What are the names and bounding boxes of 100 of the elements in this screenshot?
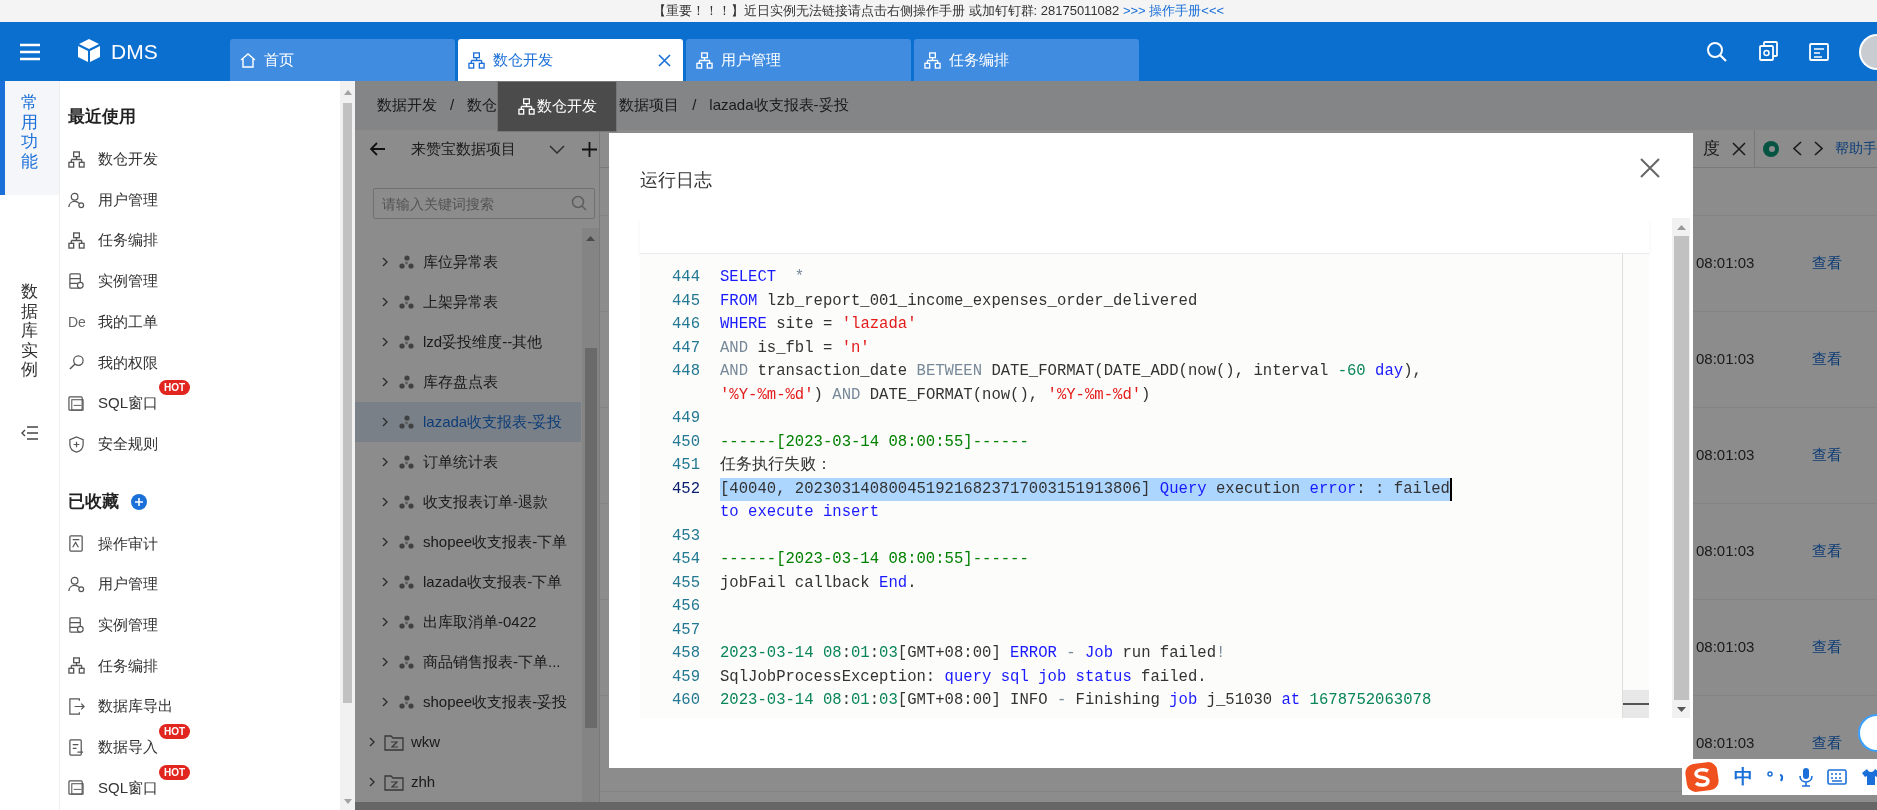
- tree-item[interactable]: shopee收支报表-妥投: [355, 682, 582, 722]
- sidebar-item[interactable]: 数仓开发: [68, 139, 340, 180]
- tree-item[interactable]: 上架异常表: [355, 282, 582, 322]
- tree-item[interactable]: 库位异常表: [355, 242, 582, 282]
- resize-handle[interactable]: [1623, 690, 1649, 718]
- collapse-icon[interactable]: [20, 426, 39, 440]
- sidebar-item[interactable]: SQL窗口 HOT: [68, 767, 340, 809]
- sidebar-item[interactable]: 用户管理: [68, 564, 340, 605]
- ime-mode[interactable]: 中: [1734, 762, 1753, 792]
- breadcrumb-link[interactable]: 数据项目: [619, 94, 680, 117]
- scrollbar-thumb[interactable]: [343, 103, 352, 703]
- chevron-right-icon[interactable]: [380, 617, 390, 627]
- search-icon[interactable]: [1706, 40, 1728, 63]
- tree-item[interactable]: lazada收支报表-妥投: [355, 402, 581, 442]
- scrollbar-thumb[interactable]: [1673, 236, 1689, 700]
- chevron-right-icon[interactable]: [367, 777, 377, 787]
- tree-item[interactable]: 商品销售报表-下单...: [355, 642, 582, 682]
- sidebar-item[interactable]: 安全规则: [68, 423, 340, 465]
- chevron-right-icon[interactable]: [380, 577, 390, 587]
- chevron-right-icon[interactable]: [1814, 141, 1823, 156]
- breadcrumb-link[interactable]: 数据开发: [377, 94, 437, 117]
- tree-item[interactable]: lzd妥投维度--其他: [355, 322, 582, 362]
- tree-item[interactable]: wkw: [355, 722, 582, 762]
- chevron-down-icon[interactable]: [549, 144, 565, 154]
- scrollbar-thumb[interactable]: [584, 348, 597, 728]
- sidebar-item[interactable]: 操作审计: [68, 523, 340, 565]
- sidebar-item[interactable]: 实例管理: [68, 604, 340, 646]
- view-link[interactable]: 查看: [1812, 540, 1842, 563]
- shield-icon: [68, 435, 85, 453]
- chevron-right-icon[interactable]: [380, 417, 390, 427]
- view-link[interactable]: 查看: [1812, 636, 1842, 659]
- sidebar-item[interactable]: De 我的工单: [68, 301, 340, 343]
- chevron-right-icon[interactable]: [380, 497, 390, 507]
- tree-item[interactable]: 收支报表订单-退款: [355, 482, 582, 522]
- circle-icon[interactable]: [1763, 140, 1779, 157]
- documents-icon[interactable]: [1758, 41, 1779, 62]
- code-line: ------[2023-03-14 08:00:55]------: [720, 549, 1029, 570]
- rail-tab[interactable]: 常用功能: [0, 81, 59, 195]
- microphone-icon[interactable]: [1799, 767, 1813, 787]
- manual-link[interactable]: >>> 操作手册<<<: [1122, 3, 1225, 19]
- list-icon[interactable]: [1809, 41, 1829, 62]
- horizontal-scrollbar[interactable]: [355, 802, 1877, 810]
- tree-item[interactable]: shopee收支报表-下单: [355, 522, 582, 562]
- close-icon[interactable]: [658, 53, 671, 67]
- folder-icon: [384, 773, 404, 791]
- header-tab[interactable]: 数仓开发: [458, 39, 683, 81]
- sidebar-item[interactable]: 任务编排: [68, 645, 340, 687]
- page-tab[interactable]: 度: [1703, 130, 1755, 167]
- keyboard-icon[interactable]: [1827, 769, 1847, 785]
- ime-logo-icon[interactable]: [1684, 761, 1720, 793]
- icon-glyph: De: [68, 315, 85, 330]
- chevron-right-icon[interactable]: [380, 257, 390, 267]
- shirt-icon[interactable]: [1861, 768, 1877, 786]
- view-link[interactable]: 查看: [1812, 444, 1842, 467]
- chevron-left-icon[interactable]: [1793, 141, 1802, 156]
- tree-item[interactable]: 订单统计表: [355, 442, 582, 482]
- plus-icon[interactable]: [582, 141, 597, 157]
- avatar[interactable]: [1859, 33, 1877, 70]
- breadcrumb-link[interactable]: lazada收支报表-妥投: [709, 94, 849, 117]
- chevron-right-icon[interactable]: [380, 337, 390, 347]
- scroll-down-icon: [343, 799, 352, 804]
- chevron-right-icon[interactable]: [380, 657, 390, 667]
- chevron-right-icon[interactable]: [380, 297, 390, 307]
- punctuation-icon[interactable]: [1767, 770, 1785, 784]
- tree-item[interactable]: 出库取消单-0422: [355, 602, 582, 642]
- magnifier-icon: [68, 354, 85, 372]
- close-icon[interactable]: [1732, 141, 1746, 156]
- back-arrow-icon[interactable]: [370, 142, 386, 156]
- sidebar-item[interactable]: 实例管理: [68, 261, 340, 302]
- scroll-up-icon: [586, 235, 595, 241]
- sidebar-item[interactable]: 数据库导出: [68, 686, 340, 727]
- header-tab[interactable]: 用户管理: [686, 39, 911, 81]
- tree-item[interactable]: lazada收支报表-下单: [355, 562, 582, 602]
- code-line: 2023-03-14 08:01:03[GMT+08:00] ERROR - Job run failed!: [720, 643, 1226, 664]
- scrollbar[interactable]: [340, 81, 355, 810]
- view-link[interactable]: 查看: [1812, 732, 1842, 755]
- rail-tab[interactable]: 数据库实例: [0, 280, 59, 380]
- chevron-right-icon[interactable]: [380, 537, 390, 547]
- header-tab[interactable]: 首页: [230, 39, 455, 81]
- sidebar-item[interactable]: 任务编排: [68, 220, 340, 262]
- chevron-right-icon[interactable]: [380, 457, 390, 467]
- sidebar-item[interactable]: SQL窗口 HOT: [68, 383, 340, 424]
- chevron-right-icon[interactable]: [380, 697, 390, 707]
- menu-icon[interactable]: [19, 42, 41, 61]
- scrollbar[interactable]: [582, 228, 599, 802]
- add-icon[interactable]: [131, 493, 147, 510]
- tree-item[interactable]: zhh: [355, 762, 582, 802]
- chevron-right-icon[interactable]: [367, 737, 377, 747]
- view-link[interactable]: 查看: [1812, 348, 1842, 371]
- help-link[interactable]: 帮助手: [1835, 138, 1877, 159]
- tree-item[interactable]: 库存盘点表: [355, 362, 582, 402]
- cluster-icon: [398, 454, 415, 470]
- close-icon[interactable]: [1640, 158, 1660, 178]
- breadcrumb-link[interactable]: 数仓: [467, 94, 498, 117]
- sidebar-item[interactable]: 用户管理: [68, 179, 340, 221]
- code-line: '%Y-%m-%d') AND DATE_FORMAT(now(), '%Y-%m-%d'): [720, 384, 1151, 406]
- scrollbar[interactable]: [1672, 218, 1690, 718]
- view-link[interactable]: 查看: [1812, 252, 1842, 275]
- header-tab[interactable]: 任务编排: [914, 39, 1139, 81]
- chevron-right-icon[interactable]: [380, 377, 390, 387]
